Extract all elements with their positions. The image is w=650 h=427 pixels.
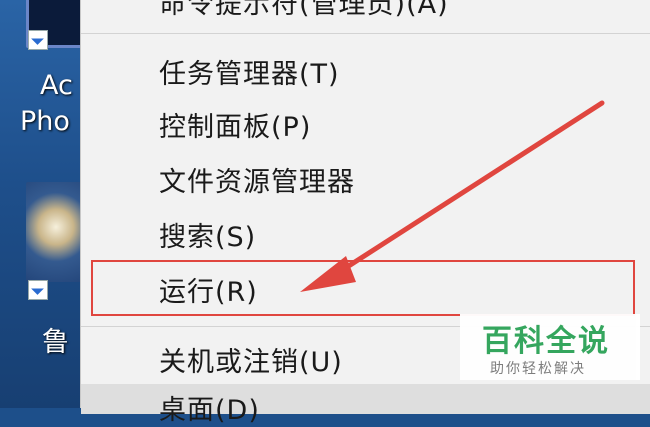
watermark: 百科全说 助你轻松解决 bbox=[460, 314, 640, 380]
watermark-title: 百科全说 bbox=[482, 324, 610, 359]
watermark-subtitle: 助你轻松解决 bbox=[490, 361, 586, 377]
annotation-arrow-shaft bbox=[327, 100, 605, 281]
annotation-arrow-head bbox=[300, 256, 356, 292]
